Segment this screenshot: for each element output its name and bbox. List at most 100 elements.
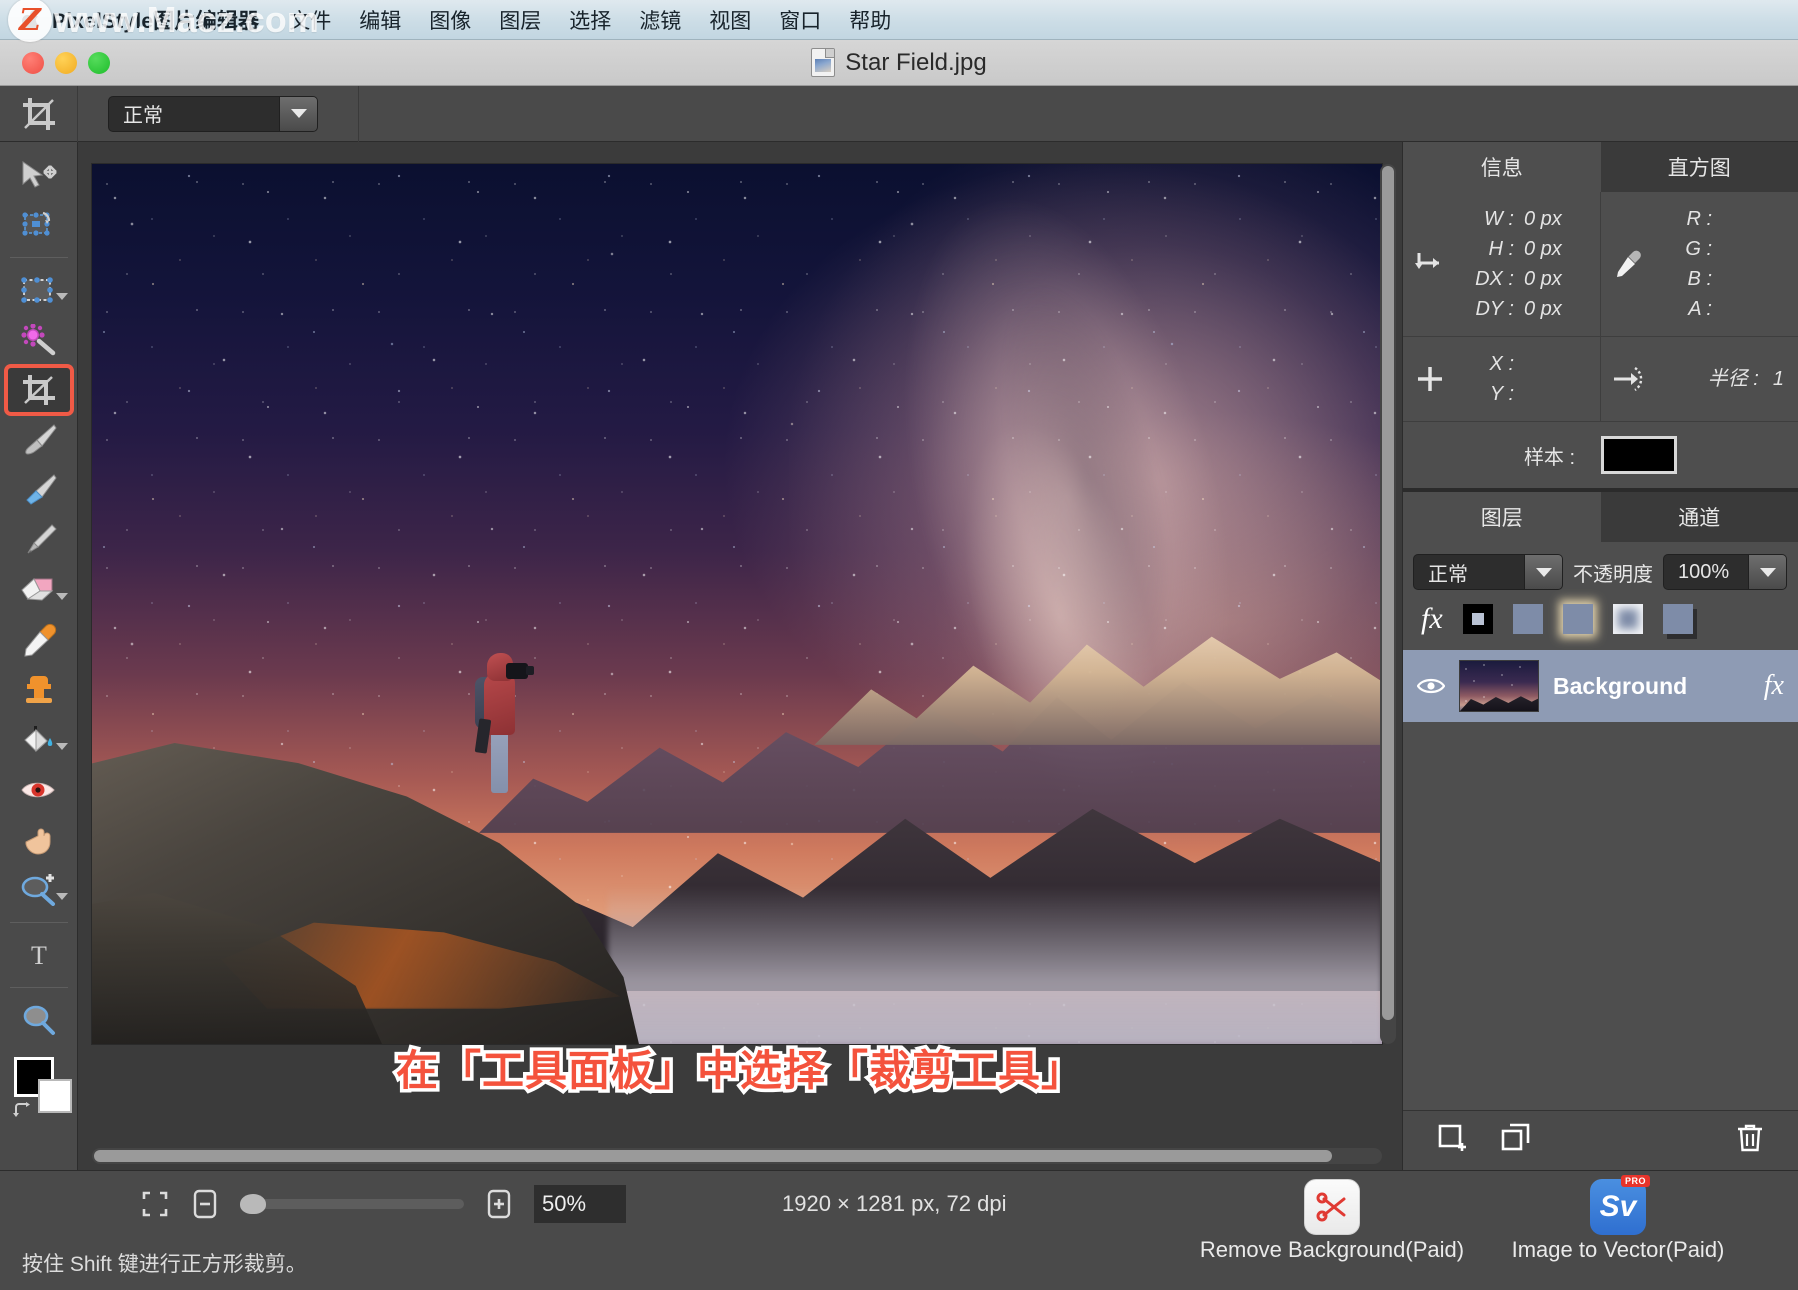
tab-layers[interactable]: 图层	[1403, 492, 1601, 542]
layer-toolbar	[1403, 1110, 1798, 1170]
crop-tool[interactable]	[8, 368, 70, 412]
text-tool[interactable]: T	[8, 933, 70, 977]
transform-tool[interactable]	[8, 203, 70, 247]
pixelstyle-window: PixelStyle图片编辑器 文件 编辑 图像 图层 选择 滤镜 视图 窗口 …	[0, 0, 1798, 1290]
duplicate-layer-button[interactable]	[1501, 1123, 1531, 1158]
info-radius-cell: 半径 : 1	[1601, 337, 1798, 421]
menu-item-layer[interactable]: 图层	[499, 5, 541, 35]
menu-bar: PixelStyle图片编辑器 文件 编辑 图像 图层 选择 滤镜 视图 窗口 …	[0, 0, 1798, 40]
pencil-tool[interactable]	[8, 518, 70, 562]
image-canvas[interactable]	[92, 164, 1382, 1044]
chevron-down-icon[interactable]	[1748, 555, 1786, 589]
info-w: W :0 px	[1457, 204, 1600, 234]
zoom-in-icon[interactable]	[484, 1187, 514, 1221]
tab-info[interactable]: 信息	[1403, 142, 1601, 192]
menu-app-name[interactable]: PixelStyle图片编辑器	[52, 5, 259, 35]
eraser-tool[interactable]	[8, 568, 70, 612]
menu-item-window[interactable]: 窗口	[779, 5, 821, 35]
image-to-vector-button[interactable]: Sv PRO Image to Vector(Paid)	[1468, 1179, 1768, 1263]
document-size-label: 1920 × 1281 px, 72 dpi	[782, 1191, 1006, 1217]
new-layer-button[interactable]	[1437, 1123, 1467, 1158]
toolbox-divider	[10, 987, 68, 988]
canvas-vertical-scrollbar[interactable]	[1380, 164, 1396, 1044]
tab-channels[interactable]: 通道	[1601, 492, 1798, 542]
zoom-slider-knob	[240, 1194, 266, 1214]
layer-effects-row: fx	[1403, 602, 1798, 650]
layers-panel-tabs: 图层 通道	[1403, 492, 1798, 542]
canvas-horizontal-scrollbar[interactable]	[92, 1148, 1382, 1164]
remove-background-button[interactable]: Remove Background(Paid)	[1182, 1179, 1482, 1263]
paint-bucket-tool[interactable]	[8, 718, 70, 762]
hand-tool[interactable]	[8, 818, 70, 862]
smudge-tool[interactable]	[8, 468, 70, 512]
selection-tool[interactable]	[8, 268, 70, 312]
fill-effect-button[interactable]	[1513, 604, 1543, 634]
eyedropper-icon	[1601, 249, 1655, 279]
chevron-down-icon[interactable]	[56, 593, 68, 600]
inner-glow-effect-button[interactable]	[1613, 604, 1643, 634]
tool-panel: T	[0, 142, 78, 1170]
info-x: X :	[1457, 349, 1600, 379]
close-button[interactable]	[22, 52, 44, 74]
maximize-button[interactable]	[88, 52, 110, 74]
magic-wand-tool[interactable]	[8, 318, 70, 362]
clone-stamp-tool[interactable]	[8, 668, 70, 712]
layer-list[interactable]: Background fx	[1403, 650, 1798, 1110]
chevron-down-icon[interactable]	[56, 743, 68, 750]
menu-item-edit[interactable]: 编辑	[359, 5, 401, 35]
menu-item-select[interactable]: 选择	[569, 5, 611, 35]
zoom-controls: 50%	[140, 1185, 626, 1223]
window-title-bar: Star Field.jpg	[0, 40, 1798, 86]
chevron-down-icon[interactable]	[279, 97, 317, 131]
chevron-down-icon[interactable]	[56, 293, 68, 300]
layer-row-background[interactable]: Background fx	[1403, 650, 1798, 722]
brush-tool[interactable]	[8, 418, 70, 462]
apple-logo-icon[interactable]	[22, 10, 39, 30]
status-bar: 50% 1920 × 1281 px, 72 dpi 按住 Shift 键进行正…	[0, 1170, 1798, 1290]
blend-mode-value: 正常	[109, 99, 173, 128]
blend-mode-select[interactable]: 正常	[108, 96, 318, 132]
tab-histogram[interactable]: 直方图	[1601, 142, 1798, 192]
sample-label: 样本 :	[1524, 441, 1575, 470]
chevron-down-icon[interactable]	[1524, 555, 1562, 589]
eyedropper-tool[interactable]	[8, 618, 70, 662]
menu-item-view[interactable]: 视图	[709, 5, 751, 35]
minimize-button[interactable]	[55, 52, 77, 74]
swap-colors-icon[interactable]	[12, 1101, 32, 1124]
menu-item-help[interactable]: 帮助	[849, 5, 891, 35]
opacity-select[interactable]: 100%	[1663, 554, 1787, 590]
layer-blend-mode-select[interactable]: 正常	[1413, 554, 1563, 590]
info-radius: 半径 : 1	[1655, 349, 1798, 409]
menu-item-file[interactable]: 文件	[289, 5, 331, 35]
figure-camera	[506, 663, 528, 679]
pro-badge: PRO	[1621, 1175, 1650, 1187]
drop-shadow-effect-button[interactable]	[1663, 604, 1693, 634]
info-dimensions-cell: W :0 px H :0 px DX :0 px DY :0 px	[1403, 192, 1601, 336]
move-tool[interactable]	[8, 153, 70, 197]
menu-item-image[interactable]: 图像	[429, 5, 471, 35]
red-eye-tool[interactable]	[8, 768, 70, 812]
eye-icon[interactable]	[1417, 677, 1445, 695]
layer-fx-badge[interactable]: fx	[1764, 670, 1784, 702]
loupe-tool[interactable]	[8, 998, 70, 1042]
zoom-in-tool[interactable]	[8, 868, 70, 912]
sample-color-chip[interactable]	[1601, 436, 1677, 474]
outer-glow-effect-button[interactable]	[1563, 604, 1593, 634]
fx-label: fx	[1421, 602, 1443, 636]
image-to-vector-label: Image to Vector(Paid)	[1512, 1237, 1725, 1262]
opacity-value: 100%	[1664, 561, 1739, 584]
layer-blend-mode-value: 正常	[1414, 558, 1478, 587]
color-list: R : G : B : A :	[1655, 204, 1798, 324]
menu-item-filter[interactable]: 滤镜	[639, 5, 681, 35]
stroke-effect-button[interactable]	[1463, 604, 1493, 634]
zoom-level-field[interactable]: 50%	[534, 1185, 626, 1223]
selection-size-icon	[1403, 249, 1457, 279]
zoom-slider[interactable]	[240, 1199, 464, 1209]
trash-icon[interactable]	[1736, 1123, 1764, 1158]
background-color-swatch[interactable]	[38, 1079, 72, 1113]
fit-to-screen-icon[interactable]	[140, 1187, 170, 1221]
chevron-down-icon[interactable]	[56, 893, 68, 900]
zoom-out-icon[interactable]	[190, 1187, 220, 1221]
canvas-area[interactable]: 在「工具面板」中选择「裁剪工具」	[78, 142, 1402, 1170]
info-panel-tabs: 信息 直方图	[1403, 142, 1798, 192]
